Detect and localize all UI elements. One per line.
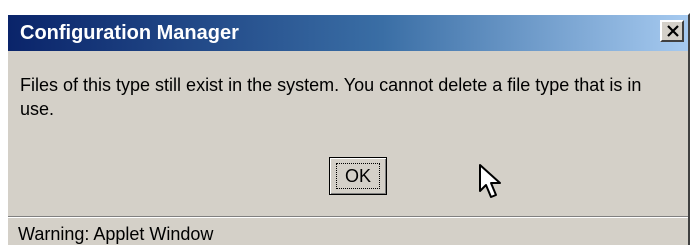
title-bar[interactable]: Configuration Manager <box>8 15 688 51</box>
window-title: Configuration Manager <box>20 22 239 44</box>
mouse-cursor-icon <box>479 164 501 198</box>
close-icon <box>667 25 679 37</box>
warning-message: Files of this type still exist in the sy… <box>20 75 642 119</box>
configuration-manager-dialog: Configuration Manager Files of this type… <box>6 13 690 245</box>
ok-button-label: OK <box>335 163 380 189</box>
status-text: Warning: Applet Window <box>18 224 214 244</box>
status-bar: Warning: Applet Window <box>8 216 688 247</box>
ok-button[interactable]: OK <box>329 157 387 195</box>
close-button[interactable] <box>660 20 684 42</box>
